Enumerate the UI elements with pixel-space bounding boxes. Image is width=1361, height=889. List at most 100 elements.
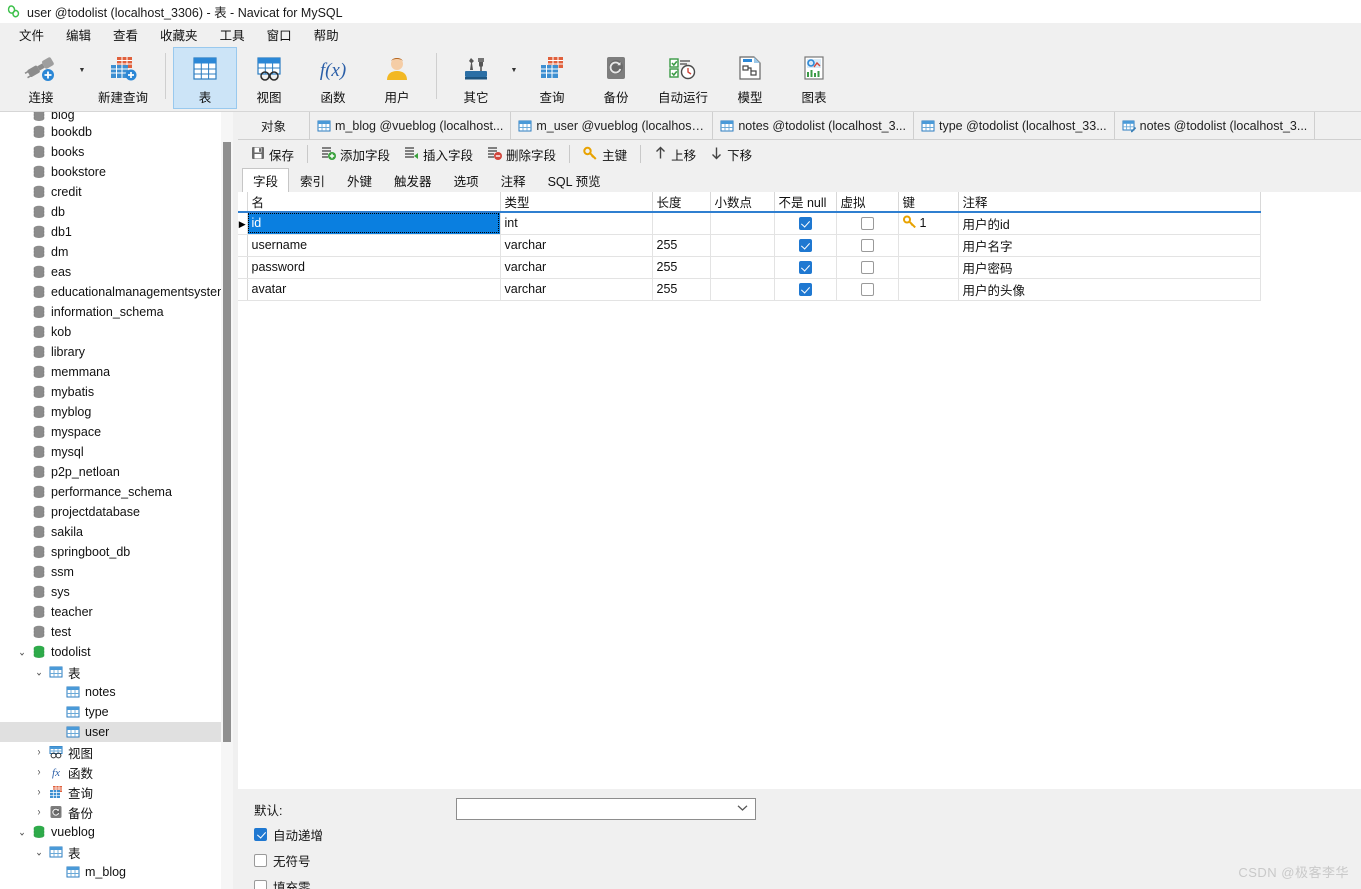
- tree-item-视图[interactable]: › 视图: [0, 742, 233, 762]
- menu-tools[interactable]: 工具: [209, 23, 256, 46]
- tree-item-函数[interactable]: › fx 函数: [0, 762, 233, 782]
- tree-item-sys[interactable]: sys: [0, 582, 233, 602]
- chevron-right-icon[interactable]: ›: [31, 806, 47, 817]
- toolbar-button-user[interactable]: 用户: [365, 47, 429, 109]
- property-checkbox-row[interactable]: 自动递增: [254, 821, 1361, 847]
- menu-help[interactable]: 帮助: [303, 23, 350, 46]
- chevron-down-icon[interactable]: ⌄: [31, 846, 47, 857]
- toolbar-button-table[interactable]: 表: [173, 47, 237, 109]
- chevron-down-icon[interactable]: ⌄: [31, 666, 47, 677]
- tree-item-myblog[interactable]: myblog: [0, 402, 233, 422]
- toolbar-button-chart[interactable]: 图表: [782, 47, 846, 109]
- tree-item-kob[interactable]: kob: [0, 322, 233, 342]
- tab-objects[interactable]: 对象: [238, 112, 310, 139]
- table-row[interactable]: avatar varchar 255 用户的头像: [238, 278, 1261, 301]
- primary-key-button[interactable]: 主键: [576, 142, 634, 167]
- tree-item-db1[interactable]: db1: [0, 222, 233, 242]
- column-header-key[interactable]: 键: [898, 192, 959, 213]
- cell-field-length[interactable]: 255: [652, 278, 711, 301]
- cell-field-type[interactable]: varchar: [500, 278, 653, 301]
- column-header-virtual[interactable]: 虚拟: [836, 192, 899, 213]
- toolbar-button-connection[interactable]: 连接: [6, 47, 76, 109]
- tree-item-eas[interactable]: eas: [0, 262, 233, 282]
- virtual-checkbox[interactable]: [860, 261, 874, 275]
- not-null-checkbox[interactable]: [798, 217, 812, 231]
- editor-tab[interactable]: notes @todolist (localhost_3...: [1115, 112, 1316, 139]
- cell-comment[interactable]: 用户名字: [958, 234, 1261, 257]
- subtab-触发器[interactable]: 触发器: [383, 168, 443, 192]
- not-null-checkbox[interactable]: [798, 239, 812, 253]
- virtual-checkbox[interactable]: [860, 217, 874, 231]
- tree-item-projectdatabase[interactable]: projectdatabase: [0, 502, 233, 522]
- cell-comment[interactable]: 用户的头像: [958, 278, 1261, 301]
- tree-item-user[interactable]: user: [0, 722, 233, 742]
- tree-item-bookstore[interactable]: bookstore: [0, 162, 233, 182]
- property-checkbox[interactable]: [254, 853, 267, 867]
- tree-item-notes[interactable]: notes: [0, 682, 233, 702]
- cell-not-null[interactable]: [774, 234, 837, 257]
- cell-field-decimals[interactable]: [710, 278, 775, 301]
- subtab-SQL 预览[interactable]: SQL 预览: [537, 168, 612, 192]
- table-row[interactable]: username varchar 255 用户名字: [238, 234, 1261, 257]
- cell-field-length[interactable]: 255: [652, 234, 711, 257]
- tree-item-information_schema[interactable]: information_schema: [0, 302, 233, 322]
- tree-item-type[interactable]: type: [0, 702, 233, 722]
- virtual-checkbox[interactable]: [860, 283, 874, 297]
- toolbar-button-other[interactable]: 其它: [444, 47, 508, 109]
- cell-field-type[interactable]: varchar: [500, 234, 653, 257]
- cell-field-type[interactable]: int: [500, 212, 653, 235]
- default-value-select[interactable]: [456, 798, 756, 820]
- editor-tab[interactable]: type @todolist (localhost_33...: [914, 112, 1115, 139]
- cell-virtual[interactable]: [836, 234, 899, 257]
- table-row[interactable]: password varchar 255 用户密码: [238, 256, 1261, 279]
- column-header-decimals[interactable]: 小数点: [710, 192, 775, 213]
- column-header-not-null[interactable]: 不是 null: [774, 192, 837, 213]
- cell-field-decimals[interactable]: [710, 256, 775, 279]
- chevron-down-icon[interactable]: ⌄: [14, 646, 30, 657]
- cell-field-name[interactable]: id: [247, 212, 501, 235]
- toolbar-button-model[interactable]: 模型: [718, 47, 782, 109]
- cell-field-name[interactable]: username: [247, 234, 501, 257]
- property-checkbox-row[interactable]: 填充零: [254, 873, 1361, 889]
- tree-item-ssm[interactable]: ssm: [0, 562, 233, 582]
- tree-item-查询[interactable]: › 查询: [0, 782, 233, 802]
- tree-item-bookdb[interactable]: bookdb: [0, 122, 233, 142]
- cell-key[interactable]: [898, 256, 959, 279]
- toolbar-button-function[interactable]: f(x) 函数: [301, 47, 365, 109]
- move-up-button[interactable]: 上移: [647, 142, 703, 167]
- virtual-checkbox[interactable]: [860, 239, 874, 253]
- chevron-down-icon[interactable]: ⌄: [14, 826, 30, 837]
- cell-field-type[interactable]: varchar: [500, 256, 653, 279]
- cell-field-name[interactable]: avatar: [247, 278, 501, 301]
- tree-item-表[interactable]: ⌄ 表: [0, 842, 233, 862]
- toolbar-button-automation[interactable]: 自动运行: [648, 47, 718, 109]
- menu-view[interactable]: 查看: [102, 23, 149, 46]
- column-header-comment[interactable]: 注释: [958, 192, 1261, 213]
- cell-comment[interactable]: 用户密码: [958, 256, 1261, 279]
- column-header-type[interactable]: 类型: [500, 192, 653, 213]
- editor-tab[interactable]: m_user @vueblog (localhost_...: [511, 112, 714, 139]
- cell-virtual[interactable]: [836, 278, 899, 301]
- property-checkbox[interactable]: [254, 827, 267, 841]
- sidebar-scrollbar-thumb[interactable]: [223, 142, 231, 742]
- cell-field-length[interactable]: 255: [652, 256, 711, 279]
- tree-item-educationalmanagementsystem[interactable]: educationalmanagementsystem: [0, 282, 233, 302]
- tree-item-备份[interactable]: › 备份: [0, 802, 233, 822]
- cell-field-decimals[interactable]: [710, 212, 775, 235]
- subtab-索引[interactable]: 索引: [289, 168, 336, 192]
- tree-item-test[interactable]: test: [0, 622, 233, 642]
- chevron-right-icon[interactable]: ›: [31, 766, 47, 777]
- add-field-button[interactable]: 添加字段: [314, 142, 397, 167]
- column-header-name[interactable]: 名: [247, 192, 501, 213]
- tree-item-mybatis[interactable]: mybatis: [0, 382, 233, 402]
- cell-not-null[interactable]: [774, 278, 837, 301]
- cell-not-null[interactable]: [774, 256, 837, 279]
- cell-key[interactable]: 1: [898, 212, 959, 235]
- sidebar-scrollbar[interactable]: [221, 112, 233, 889]
- cell-comment[interactable]: 用户的id: [958, 212, 1261, 235]
- menu-window[interactable]: 窗口: [256, 23, 303, 46]
- cell-not-null[interactable]: [774, 212, 837, 235]
- tree-item-sakila[interactable]: sakila: [0, 522, 233, 542]
- menu-favorites[interactable]: 收藏夹: [149, 23, 209, 46]
- move-down-button[interactable]: 下移: [703, 142, 759, 167]
